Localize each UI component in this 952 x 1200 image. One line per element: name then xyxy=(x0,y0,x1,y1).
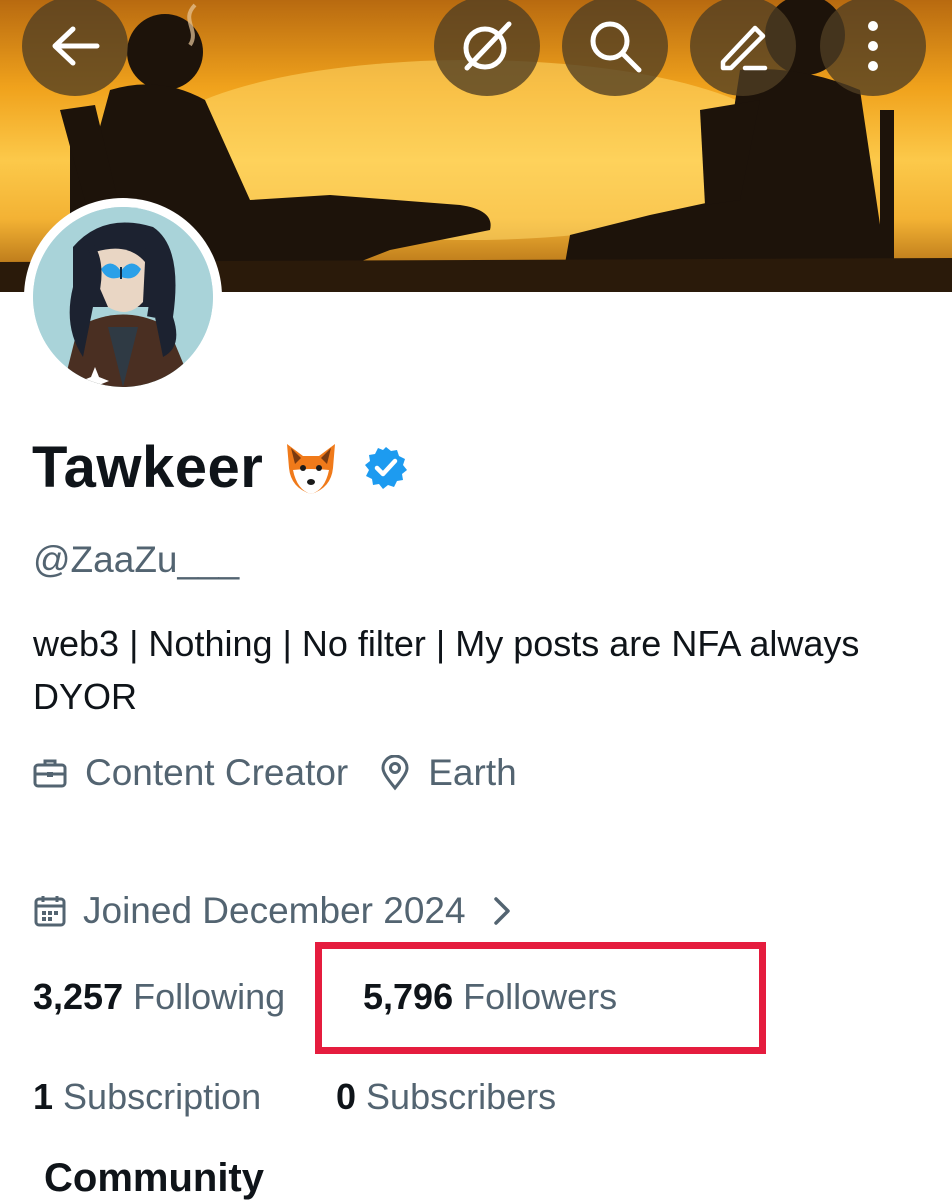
joined-date: Joined December 2024 xyxy=(83,890,466,931)
following-label: Following xyxy=(133,976,286,1017)
profile-avatar[interactable] xyxy=(24,198,222,396)
following-count: 3,257 xyxy=(33,976,124,1017)
subscriptions-label: Subscription xyxy=(63,1076,262,1117)
joined-date-row[interactable]: Joined December 2024 xyxy=(33,892,512,929)
profile-handle: @ZaaZu___ xyxy=(33,539,240,580)
more-vertical-icon xyxy=(868,21,878,71)
grok-button[interactable] xyxy=(434,0,540,96)
briefcase-icon xyxy=(33,759,67,787)
calendar-icon xyxy=(34,895,66,926)
subscribers-stat[interactable]: 0 Subscribers xyxy=(336,1079,556,1115)
profile-category: Content Creator xyxy=(85,752,349,793)
edit-icon xyxy=(720,25,768,71)
display-name: Tawkeer xyxy=(32,435,264,500)
fox-emoji-icon xyxy=(287,444,336,494)
avatar-image xyxy=(33,207,213,387)
verified-badge-icon[interactable] xyxy=(363,445,409,491)
arrow-left-icon xyxy=(52,26,100,66)
subscriptions-stat[interactable]: 1 Subscription xyxy=(33,1079,261,1115)
subscribers-label: Subscribers xyxy=(366,1076,557,1117)
community-section-title: Community xyxy=(44,1156,264,1200)
profile-bio: web3 | Nothing | No filter | My posts ar… xyxy=(33,623,860,717)
search-icon xyxy=(590,21,642,73)
subscribers-count: 0 xyxy=(336,1076,357,1117)
followers-highlight-box xyxy=(315,942,766,1054)
chevron-right-icon xyxy=(493,896,510,925)
more-options-button[interactable] xyxy=(820,0,926,96)
subscriptions-count: 1 xyxy=(33,1076,54,1117)
search-button[interactable] xyxy=(562,0,668,96)
location-pin-icon xyxy=(381,754,409,790)
profile-location: Earth xyxy=(428,752,517,793)
following-stat[interactable]: 3,257 Following xyxy=(33,979,285,1015)
back-button[interactable] xyxy=(22,0,128,96)
grok-slash-icon xyxy=(463,21,512,71)
edit-button[interactable] xyxy=(690,0,796,96)
profile-meta-row: Content Creator Earth xyxy=(33,754,517,791)
name-row: Tawkeer xyxy=(32,438,409,498)
